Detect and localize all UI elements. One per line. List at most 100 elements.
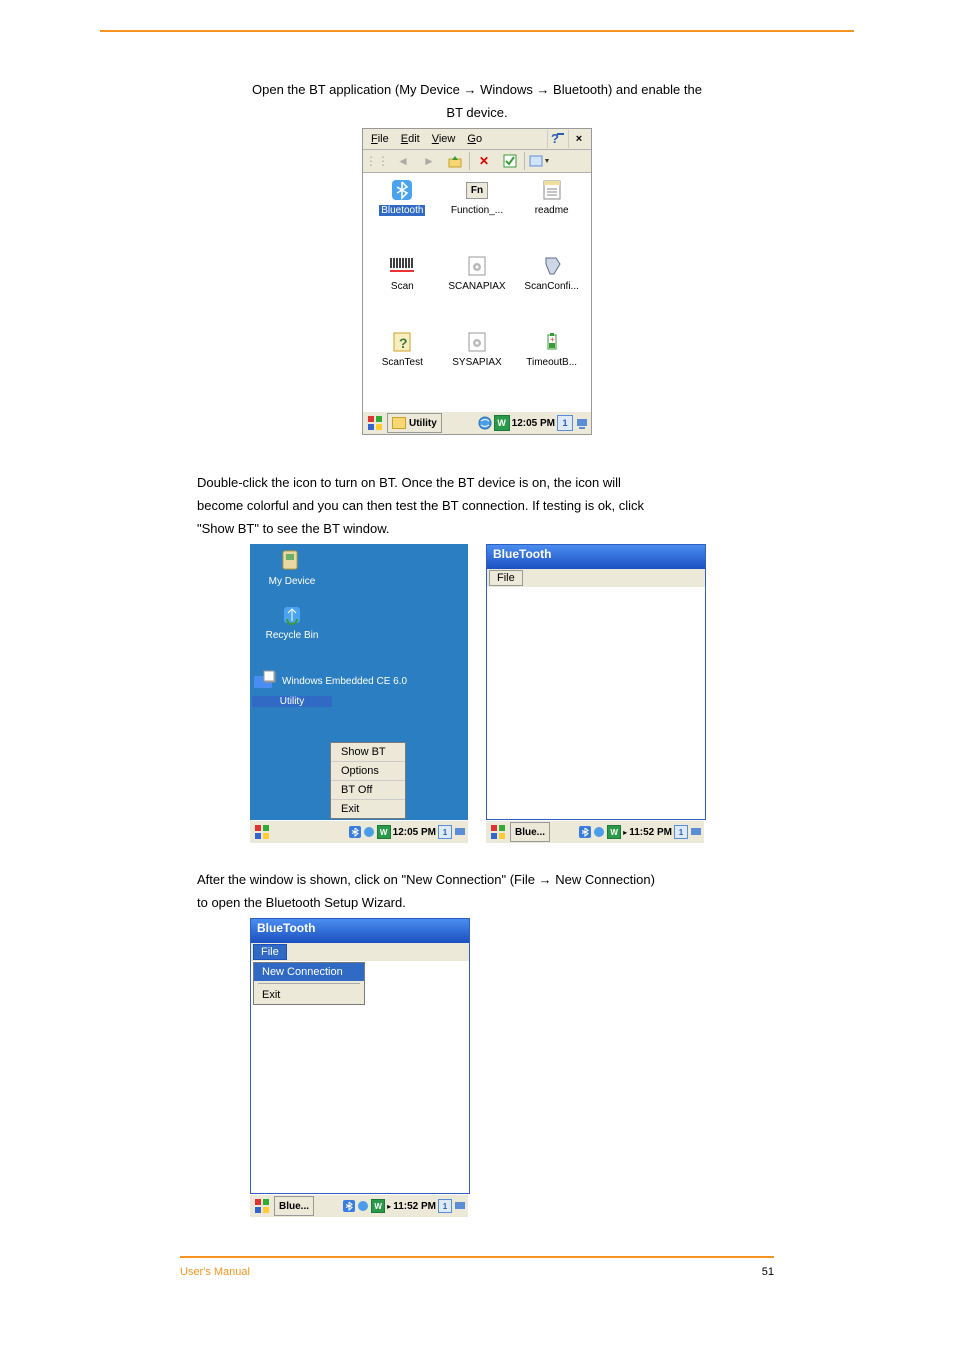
wince-icon [252,670,278,692]
system-tray: W 12:05 PM 1 [478,415,589,431]
desktop-tray-icon[interactable] [575,416,589,430]
footer: User's Manual 51 [180,1266,954,1278]
menu-edit[interactable]: Edit [395,131,426,147]
file-scanconfig[interactable]: ScanConfi... [514,253,589,329]
desktop-tray-icon[interactable] [454,826,466,838]
file-scanapiax[interactable]: SCANAPIAX [440,253,515,329]
start-button[interactable] [252,823,272,841]
screenshot-desktop-context: My Device Recycle Bin Windows Embedded C… [250,544,468,842]
file-readme[interactable]: readme [514,177,589,253]
menu-file[interactable]: File [365,131,395,147]
gear-dll-icon [463,329,491,355]
bt-client-area [487,587,705,819]
view-mode-button[interactable] [527,150,551,172]
battery-icon: + [538,329,566,355]
bt-menubar: File [487,569,705,587]
menu-view[interactable]: View [426,131,462,147]
toolbar-handle-icon: ⋮⋮ [365,150,389,172]
file-bluetooth[interactable]: Bluetooth [365,177,440,253]
taskbar-item-bluetooth[interactable]: Blue... [274,1196,314,1216]
taskbar-item-bluetooth[interactable]: Blue... [510,822,550,842]
desktop-icon-mydevice[interactable]: My Device [252,548,332,587]
back-button[interactable]: ◄ [391,150,415,172]
world-tray-icon[interactable] [357,1200,369,1212]
bluetooth-window: BlueTooth File New Connection Exit [250,918,470,1194]
mydevice-icon [277,548,307,574]
w-tray-icon[interactable]: W [494,415,510,431]
desktop-icon-wince[interactable]: Windows Embedded CE 6.0 [252,670,422,692]
system-tray: W ▸ 11:52 PM 1 [579,825,702,839]
recycle-icon [277,602,307,628]
bluetooth-icon [388,177,416,203]
ctx-show-bt[interactable]: Show BT [331,743,405,762]
one-tray-icon[interactable]: 1 [438,825,452,839]
desktop-icon-recycle[interactable]: Recycle Bin [252,602,332,641]
ctx-bt-off[interactable]: BT Off [331,781,405,800]
screenshot-file-explorer: File Edit View Go ? × ⋮⋮ ◄ ► ✕ [362,128,592,435]
body-text-3: After the window is shown, click on "New… [197,872,757,910]
notepad-icon [538,177,566,203]
bt-tray-context-menu: Show BT Options BT Off Exit [330,742,406,819]
one-tray-icon[interactable]: 1 [438,1199,452,1213]
dd-new-connection[interactable]: New Connection [254,963,364,981]
bt-tray-icon[interactable] [349,826,361,838]
forward-button[interactable]: ► [417,150,441,172]
up-folder-button[interactable] [443,150,467,172]
ce-desktop: My Device Recycle Bin Windows Embedded C… [250,544,468,820]
bt-menu-file[interactable]: File [489,570,523,586]
scanner-icon [538,253,566,279]
body-text-2: Double-click the icon to turn on BT. Onc… [197,475,757,544]
world-tray-icon[interactable] [593,826,605,838]
w-tray-icon[interactable]: W [371,1199,385,1213]
bt-tray-icon[interactable] [343,1200,355,1212]
help-button[interactable]: ? [547,130,568,148]
explorer-menubar: File Edit View Go ? × [363,129,591,150]
file-scantest[interactable]: ? ScanTest [365,329,440,405]
taskbar-clock: 11:52 PM [393,1201,436,1212]
bt-menu-file[interactable]: File [253,944,287,960]
dd-separator [258,983,360,984]
taskbar-clock: 12:05 PM [512,418,555,429]
desktop-tray-icon[interactable] [454,1200,466,1212]
properties-button[interactable] [498,150,522,172]
one-tray-icon[interactable]: 1 [674,825,688,839]
screenshot-bt-dropdown: BlueTooth File New Connection Exit Blue.… [250,918,468,1216]
taskbar-label: Utility [409,418,437,429]
screenshot-bt-window: BlueTooth File Blue... W ▸ 11:52 PM 1 [486,544,704,842]
start-button[interactable] [252,1197,272,1215]
para-line-1: Open the BT application (My Device → Win… [197,82,757,97]
world-tray-icon[interactable] [478,416,492,430]
menu-go[interactable]: Go [461,131,488,147]
bt-file-dropdown: New Connection Exit [253,962,365,1005]
start-button[interactable] [488,823,508,841]
one-tray-icon[interactable]: 1 [557,415,573,431]
w-tray-icon[interactable]: W [377,825,391,839]
taskbar-clock: 12:05 PM [393,827,436,838]
file-timeoutb[interactable]: + TimeoutB... [514,329,589,405]
para-line-2: BT device. [197,105,757,120]
bt-tray-icon[interactable] [579,826,591,838]
world-tray-icon[interactable] [363,826,375,838]
desktop-icon-utility[interactable]: Utility [252,696,332,707]
bt-menubar: File New Connection Exit [251,943,469,961]
divider-top [100,30,854,32]
file-function[interactable]: Fn Function_... [440,177,515,253]
body-text: Open the BT application (My Device → Win… [197,82,757,128]
file-scan[interactable]: Scan [365,253,440,329]
ctx-exit[interactable]: Exit [331,800,405,818]
delete-button[interactable]: ✕ [472,150,496,172]
bt-taskbar: Blue... W ▸ 11:52 PM 1 [250,1194,468,1217]
w-tray-icon[interactable]: W [607,825,621,839]
desktop-taskbar: W 12:05 PM 1 [250,820,468,843]
start-button[interactable] [365,414,385,432]
close-button[interactable]: × [568,130,589,148]
dd-exit[interactable]: Exit [254,986,364,1004]
taskbar-item-utility[interactable]: Utility [387,413,442,433]
footer-page: 51 [762,1266,774,1278]
system-tray: W ▸ 11:52 PM 1 [343,1199,466,1213]
desktop-tray-icon[interactable] [690,826,702,838]
barcode-icon [388,253,416,279]
file-sysapiax[interactable]: SYSAPIAX [440,329,515,405]
fn-icon: Fn [463,177,491,203]
ctx-options[interactable]: Options [331,762,405,781]
